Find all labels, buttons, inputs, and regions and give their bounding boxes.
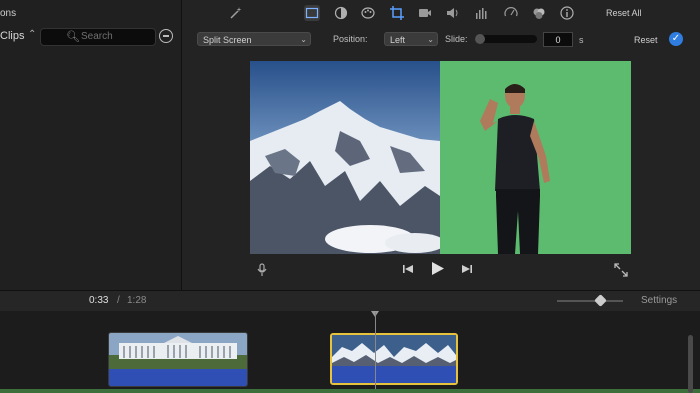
clips-filter-label[interactable]: Clips [0,30,24,42]
time-separator: / [117,295,120,306]
search-input[interactable]: 🔍︎ Search [40,28,156,46]
overlay-style-value: Split Screen [203,35,252,45]
crop-icon[interactable] [389,5,405,21]
timeline-clip-whitehouse[interactable] [108,332,248,387]
fullscreen-icon[interactable] [614,263,628,280]
volume-icon[interactable] [445,5,461,21]
sidebar-partial-label: ons [0,8,17,19]
color-balance-icon[interactable] [333,5,349,21]
chevron-updown-icon[interactable]: ⌃ [28,29,36,40]
speed-icon[interactable] [503,5,519,21]
clip-audio-track[interactable] [332,366,456,383]
slide-unit-label: s [579,35,584,45]
magic-wand-icon[interactable] [228,5,244,21]
timeline-settings-button[interactable]: Settings [641,295,677,306]
search-icon: 🔍︎ [66,31,80,43]
position-label: Position: [333,34,368,44]
timeline-scrollbar[interactable] [688,335,693,393]
search-placeholder: Search [81,31,113,42]
chevron-down-icon: ⌄ [427,35,434,44]
video-overlay-icon[interactable] [304,5,320,21]
playhead[interactable] [375,312,376,393]
current-time: 0:33 [89,295,109,306]
slide-duration-field[interactable]: 0 [543,32,573,47]
color-palette-icon[interactable] [360,5,376,21]
filter-icon[interactable] [159,29,173,43]
clip-thumbnail [109,333,247,369]
total-time: 1:28 [127,295,147,306]
reset-all-button[interactable]: Reset All [606,8,642,18]
skip-back-button[interactable] [402,264,414,277]
slide-slider-knob[interactable] [475,34,485,44]
split-screen-frame [250,61,631,254]
timeline-clip-mountain[interactable] [330,333,458,385]
equalizer-icon[interactable] [474,5,490,21]
chevron-down-icon: ⌄ [300,35,307,44]
position-select[interactable]: Left ⌄ [384,32,438,46]
background-music-track[interactable] [0,389,700,393]
overlay-style-select[interactable]: Split Screen ⌄ [197,32,311,46]
microphone-icon[interactable] [256,263,268,280]
clip-audio-track[interactable] [109,369,247,386]
slide-label: Slide: [445,34,468,44]
filter-effects-icon[interactable] [531,5,547,21]
play-button[interactable] [431,261,445,280]
checkmark-icon[interactable]: ✓ [669,32,683,46]
clip-thumbnail [332,335,456,368]
video-preview[interactable] [250,61,631,254]
stabilization-icon[interactable] [417,5,433,21]
reset-button[interactable]: Reset [634,35,658,45]
info-icon[interactable] [559,5,575,21]
timeline-zoom-slider[interactable] [557,300,623,302]
skip-forward-button[interactable] [461,264,473,277]
position-value: Left [390,35,406,45]
